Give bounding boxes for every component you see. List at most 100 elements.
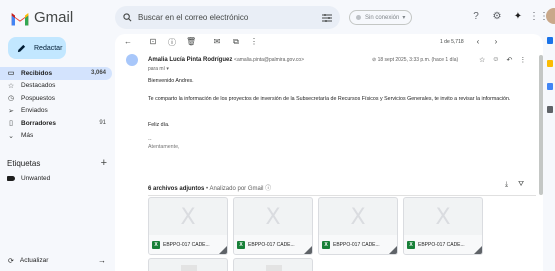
- top-actions: ? ⚙ ✦ ⋮⋮: [470, 10, 549, 22]
- message-toolbar: ← ⊡ ⓘ 🗑 ✉ ⧉ ⋮ 1 de 5,718 ‹ ›: [115, 34, 543, 50]
- attachment-footer: X EBPPO-017 CADE...: [319, 235, 397, 254]
- labels-title: Etiquetas: [7, 158, 41, 168]
- fold-corner-icon: [304, 246, 312, 254]
- attachment-name: EBPPO-017 CADE...: [163, 241, 210, 248]
- page-count: 1 de 5,718: [440, 39, 464, 45]
- attachment-card[interactable]: X X EBPPO-017 CADE...: [403, 197, 483, 255]
- sidebar-item-inbox[interactable]: ▭ Recibidos 3,064: [0, 67, 112, 80]
- search-input[interactable]: Buscar en el correo electrónico: [138, 13, 322, 22]
- send-icon: ➢: [8, 107, 14, 115]
- message-signature: Atentamente,: [148, 144, 180, 150]
- sender-line: Amalia Lucía Pinta Rodríguez <amalia.pin…: [148, 57, 304, 63]
- tasks-icon[interactable]: [547, 83, 553, 90]
- attachment-card[interactable]: X X EBPPO-017 CADE...: [148, 197, 228, 255]
- label-name: Unwanted: [21, 175, 51, 182]
- attachment-clip-icon: ⊘: [372, 57, 377, 63]
- newer-chevron-icon[interactable]: ‹: [473, 37, 483, 46]
- connection-status[interactable]: Sin conexión ▾: [349, 10, 413, 25]
- attachment-card[interactable]: X X EBPPO-017 CADE...: [233, 197, 313, 255]
- sheets-file-icon: X: [322, 240, 330, 249]
- delete-icon[interactable]: 🗑: [186, 37, 196, 46]
- add-to-drive-icon[interactable]: ⛛: [518, 181, 524, 189]
- scrollbar[interactable]: [539, 55, 543, 195]
- sidebar-item-sent[interactable]: ➢ Enviados: [0, 105, 112, 118]
- gmail-logo[interactable]: Gmail: [10, 9, 73, 26]
- file-preview-icon: X: [180, 204, 196, 230]
- sidebar-item-label: Borradores: [21, 119, 57, 127]
- sidebar-item-label: Pospuestos: [21, 94, 55, 102]
- sender-avatar[interactable]: [126, 54, 138, 66]
- sidebar-item-snoozed[interactable]: ◷ Pospuestos: [0, 92, 112, 105]
- attachment-card[interactable]: X X EBPPO-017 CADE...: [318, 197, 398, 255]
- attachment-tools: ⤓ ⛛: [505, 181, 524, 189]
- attachment-name: EBPPO-017 CADE...: [333, 241, 380, 248]
- message-greeting: Bienvenido Andres.: [148, 78, 194, 84]
- older-chevron-icon[interactable]: ›: [491, 37, 501, 46]
- account-avatar[interactable]: [546, 8, 555, 24]
- sidebar-item-label: Enviados: [21, 107, 48, 115]
- attachment-card-partial[interactable]: [233, 258, 313, 271]
- compose-button[interactable]: Redactar: [8, 37, 66, 59]
- message-closing: Feliz día.: [148, 122, 170, 128]
- info-icon[interactable]: ⓘ: [265, 186, 271, 192]
- sidebar-item-count: 91: [99, 120, 106, 127]
- compose-label: Redactar: [34, 44, 63, 52]
- back-arrow-icon[interactable]: ←: [123, 37, 133, 46]
- star-icon: ☆: [7, 82, 15, 90]
- calendar-icon[interactable]: [547, 37, 553, 44]
- recipients[interactable]: para mí ▾: [148, 66, 169, 72]
- sheets-file-icon: X: [237, 240, 245, 249]
- search-options-icon[interactable]: [322, 13, 332, 22]
- status-dot-icon: [356, 15, 361, 20]
- labels-header: Etiquetas +: [7, 157, 107, 169]
- sender-email: <amalia.pinta@palmira.gov.co>: [234, 57, 305, 63]
- settings-gear-icon[interactable]: ⚙: [491, 10, 503, 22]
- clock-icon: ◷: [7, 95, 15, 103]
- sidebar-item-label: Recibidos: [21, 69, 53, 77]
- refresh-button[interactable]: ⟳ Actualizar →: [8, 256, 106, 265]
- mark-unread-icon[interactable]: ✉: [212, 37, 222, 46]
- attachment-footer: X EBPPO-017 CADE...: [404, 235, 482, 254]
- apps-grid-icon[interactable]: ⋮⋮: [529, 10, 549, 22]
- download-all-icon[interactable]: ⤓: [505, 181, 508, 189]
- contacts-icon[interactable]: [547, 106, 553, 113]
- sender-name[interactable]: Amalia Lucía Pinta Rodríguez: [148, 57, 232, 63]
- draft-icon: ▯: [9, 120, 13, 128]
- attachments-divider: [148, 195, 536, 196]
- message-actions: ☆ ☺ ↶ ⋮: [479, 56, 526, 64]
- file-preview-icon: [266, 265, 282, 271]
- more-options-icon[interactable]: ⋮: [519, 56, 526, 64]
- gemini-sparkle-icon[interactable]: ✦: [512, 10, 524, 22]
- label-tag-icon: [7, 176, 15, 181]
- emoji-react-icon[interactable]: ☺: [492, 56, 499, 64]
- help-icon[interactable]: ?: [470, 10, 482, 22]
- chevron-down-icon: ▾: [166, 66, 169, 72]
- arrow-right-icon[interactable]: →: [98, 256, 106, 265]
- archive-icon[interactable]: ⊡: [148, 37, 158, 46]
- attachment-name: EBPPO-017 CADE...: [248, 241, 295, 248]
- status-label: Sin conexión: [365, 14, 400, 21]
- fold-corner-icon: [474, 246, 482, 254]
- chevron-down-icon: ⌄: [8, 132, 14, 140]
- file-preview-icon: X: [265, 204, 281, 230]
- message-body: Te comparto la información de los proyec…: [148, 96, 511, 102]
- report-spam-icon[interactable]: ⓘ: [167, 37, 177, 48]
- move-to-icon[interactable]: ⧉: [231, 37, 241, 47]
- search-icon[interactable]: [123, 13, 132, 22]
- keep-icon[interactable]: [547, 60, 553, 67]
- more-options-icon[interactable]: ⋮: [249, 37, 259, 46]
- search-bar[interactable]: Buscar en el correo electrónico: [115, 6, 340, 29]
- attachments-scan: Analizado por Gmail: [209, 186, 264, 192]
- app-name: Gmail: [34, 9, 74, 26]
- chevron-down-icon: ▾: [402, 15, 406, 21]
- label-item[interactable]: Unwanted: [7, 175, 50, 182]
- add-label-icon[interactable]: +: [101, 157, 107, 169]
- reply-icon[interactable]: ↶: [506, 56, 512, 64]
- gmail-m-icon: [11, 12, 29, 25]
- sidebar-item-drafts[interactable]: ▯ Borradores 91: [0, 117, 112, 130]
- sidebar-item-starred[interactable]: ☆ Destacados: [0, 80, 112, 93]
- sidebar-item-more[interactable]: ⌄ Más: [0, 130, 112, 143]
- refresh-icon: ⟳: [8, 257, 14, 265]
- attachment-card-partial[interactable]: [148, 258, 228, 271]
- star-icon[interactable]: ☆: [479, 56, 485, 64]
